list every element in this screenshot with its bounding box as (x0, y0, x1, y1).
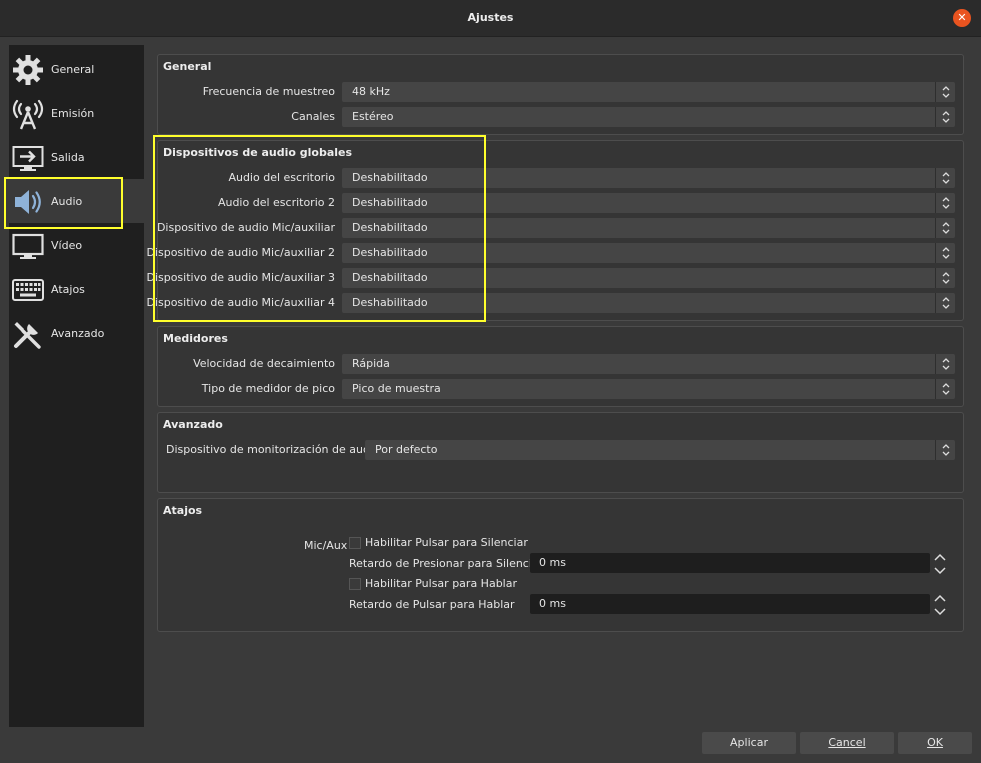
sidebar-item-emision[interactable]: Emisión (9, 91, 144, 135)
output-monitor-icon (12, 146, 44, 171)
group-title: Atajos (163, 504, 203, 517)
ok-button[interactable]: OK (898, 732, 972, 754)
group-general: General Frecuencia de muestreo 48 kHz Ca… (157, 54, 964, 135)
updown-arrows-icon (935, 218, 955, 238)
title-bar: Ajustes ✕ (0, 0, 981, 37)
tools-icon (14, 322, 41, 349)
combo-value: Por defecto (375, 443, 438, 456)
updown-arrows-icon (935, 293, 955, 313)
peak-meter-select[interactable]: Pico de muestra (342, 379, 955, 399)
combo-value: Estéreo (352, 110, 394, 123)
updown-arrows-icon (935, 168, 955, 188)
sidebar-item-atajos[interactable]: Atajos (9, 267, 144, 311)
updown-arrows-icon (935, 354, 955, 374)
spin-arrows-icon[interactable] (932, 553, 948, 575)
settings-sidebar: General Emisión Salida Audio Vídeo Atajo… (9, 45, 144, 727)
group-title: Avanzado (163, 418, 223, 431)
sidebar-item-label: Vídeo (51, 239, 83, 252)
monitoring-device-select[interactable]: Por defecto (365, 440, 955, 460)
sidebar-item-label: Avanzado (51, 327, 105, 340)
mic-aux-hotkey-label: Mic/Aux (304, 539, 348, 552)
updown-arrows-icon (935, 379, 955, 399)
peak-meter-label: Tipo de medidor de pico (201, 382, 335, 395)
monitoring-device-label: Dispositivo de monitorización de audio (166, 443, 380, 456)
ok-button-label: OK (927, 736, 943, 749)
sidebar-item-general[interactable]: General (9, 47, 144, 91)
updown-arrows-icon (935, 82, 955, 102)
group-title: General (163, 60, 212, 73)
push-to-talk-label: Habilitar Pulsar para Hablar (365, 577, 517, 590)
keyboard-icon (12, 279, 44, 301)
spin-value: 0 ms (539, 556, 566, 569)
updown-arrows-icon (935, 107, 955, 127)
push-to-mute-checkbox[interactable] (349, 537, 361, 549)
sidebar-item-label: Emisión (51, 107, 95, 120)
spin-value: 0 ms (539, 597, 566, 610)
sidebar-item-label: General (51, 63, 95, 76)
close-button[interactable]: ✕ (953, 9, 971, 27)
combo-value: 48 kHz (352, 85, 390, 98)
push-to-mute-delay-label: Retardo de Presionar para Silenciar (349, 557, 544, 570)
group-meters: Medidores Velocidad de decaimiento Rápid… (157, 326, 964, 407)
cancel-button-label: Cancel (828, 736, 866, 749)
sidebar-item-label: Atajos (51, 283, 85, 296)
sidebar-item-video[interactable]: Vídeo (9, 223, 144, 267)
window-title: Ajustes (467, 11, 514, 24)
push-to-talk-delay-spinbox[interactable]: 0 ms (530, 594, 946, 616)
combo-value: Pico de muestra (352, 382, 441, 395)
sidebar-item-avanzado[interactable]: Avanzado (9, 311, 144, 355)
monitor-icon (12, 233, 44, 259)
channels-select[interactable]: Estéreo (342, 107, 955, 127)
sidebar-item-salida[interactable]: Salida (9, 135, 144, 179)
channels-label: Canales (291, 110, 335, 123)
group-advanced: Avanzado Dispositivo de monitorización d… (157, 412, 964, 493)
sidebar-highlight-box (4, 177, 123, 229)
sidebar-item-label: Salida (51, 151, 85, 164)
group-title: Medidores (163, 332, 228, 345)
updown-arrows-icon (935, 440, 955, 460)
sample-rate-select[interactable]: 48 kHz (342, 82, 955, 102)
push-to-talk-checkbox[interactable] (349, 578, 361, 590)
broadcast-antenna-icon (12, 99, 44, 130)
sample-rate-label: Frecuencia de muestreo (202, 85, 335, 98)
group-hotkeys: Atajos Mic/Aux Habilitar Pulsar para Sil… (157, 498, 964, 632)
push-to-talk-delay-label: Retardo de Pulsar para Hablar (349, 598, 515, 611)
global-devices-highlight-box (153, 135, 486, 322)
updown-arrows-icon (935, 268, 955, 288)
decay-rate-label: Velocidad de decaimiento (193, 357, 335, 370)
apply-button[interactable]: Aplicar (702, 732, 796, 754)
spin-arrows-icon[interactable] (932, 594, 948, 616)
push-to-mute-delay-spinbox[interactable]: 0 ms (530, 553, 946, 575)
updown-arrows-icon (935, 243, 955, 263)
cancel-button[interactable]: Cancel (800, 732, 894, 754)
combo-value: Rápida (352, 357, 390, 370)
push-to-mute-label: Habilitar Pulsar para Silenciar (365, 536, 528, 549)
decay-rate-select[interactable]: Rápida (342, 354, 955, 374)
updown-arrows-icon (935, 193, 955, 213)
gear-icon (13, 55, 43, 85)
